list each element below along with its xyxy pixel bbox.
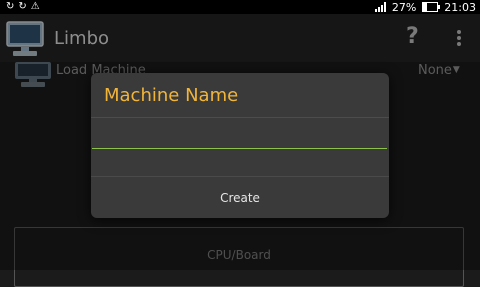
sync-icon: ↻	[6, 1, 15, 12]
notification-icons: ↻ ↻ ⚠	[6, 0, 40, 14]
battery-percent: 27%	[391, 0, 417, 14]
machine-name-input[interactable]	[92, 119, 387, 149]
clock: 21:03	[444, 0, 476, 14]
create-button[interactable]: Create	[91, 177, 389, 218]
battery-icon	[422, 2, 441, 12]
warning-icon: ⚠	[30, 1, 40, 12]
system-icons: 27% 21:03	[374, 0, 476, 14]
signal-icon	[374, 2, 386, 12]
dialog-title: Machine Name	[104, 85, 239, 106]
machine-name-dialog: Machine Name Create	[91, 73, 389, 218]
sync-icon: ↻	[18, 1, 27, 12]
divider	[91, 117, 389, 118]
status-bar: ↻ ↻ ⚠ 27% 21:03	[0, 0, 480, 14]
